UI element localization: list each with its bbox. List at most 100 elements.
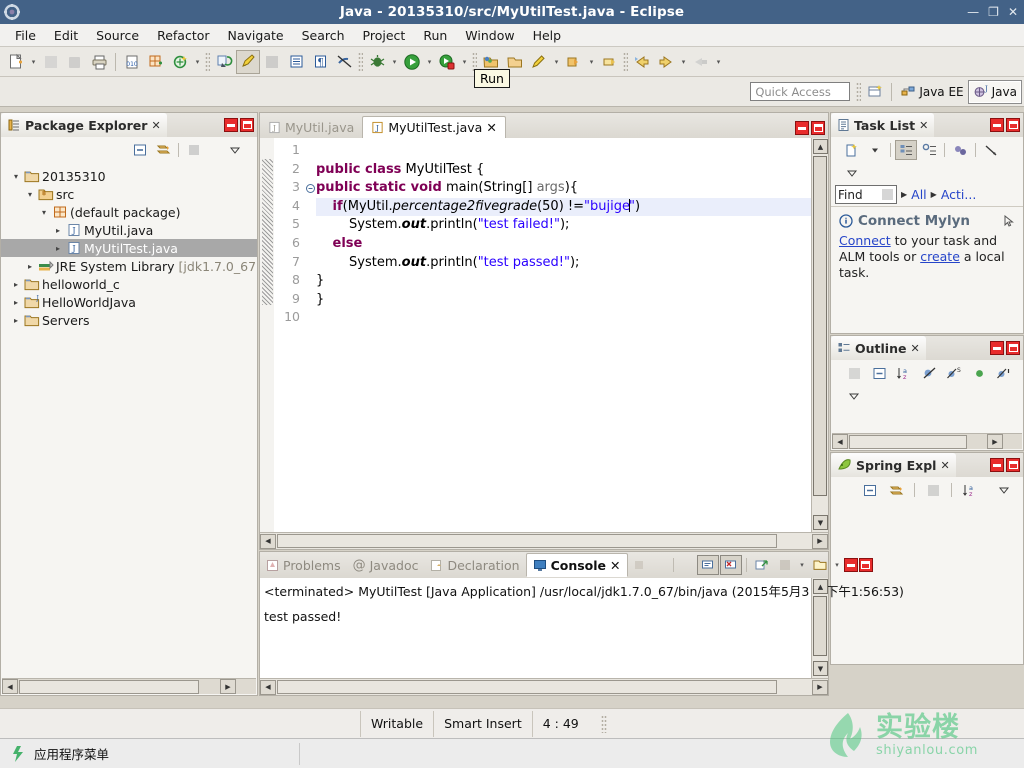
quick-access-input[interactable]: Quick Access bbox=[750, 82, 851, 101]
maximize-button[interactable] bbox=[1006, 341, 1020, 355]
tree-item-myutil-java[interactable]: ▸ J MyUtil.java bbox=[1, 221, 257, 239]
scroll-up-arrow-icon[interactable]: ▲ bbox=[813, 579, 828, 594]
new-file-icon[interactable] bbox=[4, 50, 28, 74]
remove-all-icon[interactable] bbox=[719, 555, 742, 575]
binary-icon[interactable]: 010 bbox=[120, 50, 144, 74]
scroll-lock-icon[interactable] bbox=[774, 555, 796, 575]
scroll-left-arrow-icon[interactable]: ◀ bbox=[260, 533, 276, 549]
collapse-all-icon[interactable] bbox=[859, 480, 881, 500]
tab-declaration[interactable]: Declaration bbox=[424, 553, 525, 577]
filter-active[interactable]: Acti... bbox=[941, 187, 977, 202]
twisty-icon[interactable]: ▸ bbox=[23, 262, 37, 271]
minimize-button[interactable] bbox=[224, 118, 238, 132]
console-vscrollbar[interactable]: ▲ ▼ bbox=[811, 578, 828, 678]
close-icon[interactable]: ✕ bbox=[940, 459, 949, 472]
console-hscrollbar[interactable]: ◀ ▶ bbox=[260, 678, 828, 695]
package-explorer-tab[interactable]: Package Explorer ✕ bbox=[1, 113, 167, 137]
twisty-icon[interactable]: ▾ bbox=[37, 208, 51, 217]
back-arrow-icon[interactable] bbox=[630, 50, 654, 74]
sort-az-icon[interactable]: az bbox=[893, 363, 915, 383]
close-icon[interactable]: ✕ bbox=[910, 342, 919, 355]
perspective-tab-java[interactable]: J Java bbox=[967, 79, 1022, 104]
tree-item-helloworld-c[interactable]: ▸ helloworld_c bbox=[1, 275, 257, 293]
fold-collapse-icon[interactable] bbox=[305, 179, 316, 198]
perspective-tab-java-ee[interactable]: Java EE bbox=[896, 80, 967, 104]
close-icon[interactable]: ✕ bbox=[486, 120, 496, 135]
hscroll-thumb[interactable] bbox=[277, 534, 777, 548]
sort-az-icon[interactable]: az bbox=[959, 480, 981, 500]
class-icon[interactable] bbox=[168, 50, 192, 74]
scroll-left-arrow-icon[interactable]: ◀ bbox=[260, 679, 276, 695]
scroll-right-arrow-icon[interactable]: ▶ bbox=[812, 679, 828, 695]
open-perspective-icon[interactable] bbox=[863, 80, 887, 104]
twisty-icon[interactable]: ▸ bbox=[9, 316, 23, 325]
hide-local-icon[interactable] bbox=[993, 363, 1015, 383]
annotation-ruler[interactable] bbox=[260, 138, 274, 532]
pin-dropdown-icon[interactable]: ▾ bbox=[713, 50, 724, 74]
tree-item-default-package[interactable]: ▾ (default package) bbox=[1, 203, 257, 221]
task-find-input[interactable]: Find bbox=[835, 185, 897, 204]
scroll-lock-dropdown-icon[interactable]: ▾ bbox=[797, 553, 808, 577]
chevron-down-icon[interactable] bbox=[841, 163, 863, 183]
hscroll-thumb[interactable] bbox=[849, 434, 967, 449]
menu-window[interactable]: Window bbox=[456, 26, 523, 45]
menu-file[interactable]: File bbox=[6, 26, 45, 45]
minimize-button[interactable] bbox=[990, 458, 1004, 472]
pin-icon[interactable] bbox=[689, 50, 713, 74]
open-type-icon[interactable] bbox=[236, 49, 260, 74]
maximize-button[interactable] bbox=[1006, 458, 1020, 472]
categorized-icon[interactable] bbox=[895, 140, 917, 160]
scheduled-icon[interactable] bbox=[918, 140, 940, 160]
create-link[interactable]: create bbox=[920, 249, 960, 264]
twisty-icon[interactable]: ▸ bbox=[9, 298, 23, 307]
minimize-button[interactable] bbox=[990, 341, 1004, 355]
tree-item-servers[interactable]: ▸ Servers bbox=[1, 311, 257, 329]
scroll-down-arrow-icon[interactable]: ▼ bbox=[813, 515, 828, 530]
vscroll-thumb[interactable] bbox=[813, 596, 827, 656]
prev-annotation-icon[interactable] bbox=[562, 50, 586, 74]
scroll-up-arrow-icon[interactable]: ▲ bbox=[813, 139, 828, 154]
chevron-down-icon[interactable] bbox=[843, 386, 865, 406]
collapse-all-icon[interactable] bbox=[129, 140, 151, 160]
folding-ruler[interactable] bbox=[305, 138, 316, 532]
editor-code-area[interactable]: 1 2 3 4 5 6 7 8 9 10 public class MyUtil… bbox=[260, 138, 828, 549]
hscroll-thumb[interactable] bbox=[277, 680, 777, 694]
menu-navigate[interactable]: Navigate bbox=[219, 26, 293, 45]
pilcrow-icon[interactable]: ¶ bbox=[308, 50, 332, 74]
menu-refactor[interactable]: Refactor bbox=[148, 26, 218, 45]
class-dropdown-icon[interactable]: ▾ bbox=[192, 50, 203, 74]
link-editor-icon[interactable] bbox=[885, 480, 907, 500]
external-tools-dropdown-icon[interactable]: ▾ bbox=[459, 50, 470, 74]
outline-tab[interactable]: Outline ✕ bbox=[831, 336, 926, 360]
search-icon[interactable] bbox=[260, 50, 284, 74]
open-console-dropdown-icon[interactable]: ▾ bbox=[832, 553, 843, 577]
tree-item-myutiltest-java[interactable]: ▸ J MyUtilTest.java bbox=[1, 239, 257, 257]
minimize-button[interactable]: — bbox=[967, 6, 979, 18]
spring-explorer-tab[interactable]: Spring Expl ✕ bbox=[831, 453, 956, 477]
editor-hscrollbar[interactable]: ◀ ▶ bbox=[260, 532, 828, 549]
twisty-icon[interactable]: ▸ bbox=[9, 280, 23, 289]
synchronize-icon[interactable] bbox=[949, 140, 971, 160]
debug-dropdown-icon[interactable]: ▾ bbox=[389, 50, 400, 74]
run-dropdown-icon[interactable]: ▾ bbox=[424, 50, 435, 74]
close-icon[interactable]: ✕ bbox=[610, 558, 620, 573]
chevron-down-icon[interactable] bbox=[993, 480, 1015, 500]
menu-search[interactable]: Search bbox=[293, 26, 354, 45]
editor-tab-myutiltest-java[interactable]: J MyUtilTest.java ✕ bbox=[362, 116, 506, 138]
outline-hscrollbar[interactable]: ◀ ▶ bbox=[832, 433, 1022, 449]
collapse-all-icon[interactable] bbox=[868, 363, 890, 383]
print-icon[interactable] bbox=[87, 50, 111, 74]
block-selection-icon[interactable] bbox=[284, 50, 308, 74]
tree-item-jre-system-library[interactable]: ▸ JRE System Library [jdk1.7.0_67 bbox=[1, 257, 257, 275]
editor-vscrollbar[interactable]: ▲ ▼ bbox=[811, 138, 828, 532]
twisty-icon[interactable]: ▸ bbox=[51, 244, 65, 253]
clear-console-icon[interactable] bbox=[751, 555, 773, 575]
chevron-down-icon[interactable] bbox=[864, 140, 886, 160]
focus-icon[interactable] bbox=[843, 363, 865, 383]
twisty-icon[interactable]: ▾ bbox=[9, 172, 23, 181]
menu-source[interactable]: Source bbox=[87, 26, 148, 45]
filters-icon[interactable] bbox=[922, 480, 944, 500]
menu-edit[interactable]: Edit bbox=[45, 26, 87, 45]
menu-run[interactable]: Run bbox=[414, 26, 456, 45]
new-file-dropdown-icon[interactable]: ▾ bbox=[28, 50, 39, 74]
